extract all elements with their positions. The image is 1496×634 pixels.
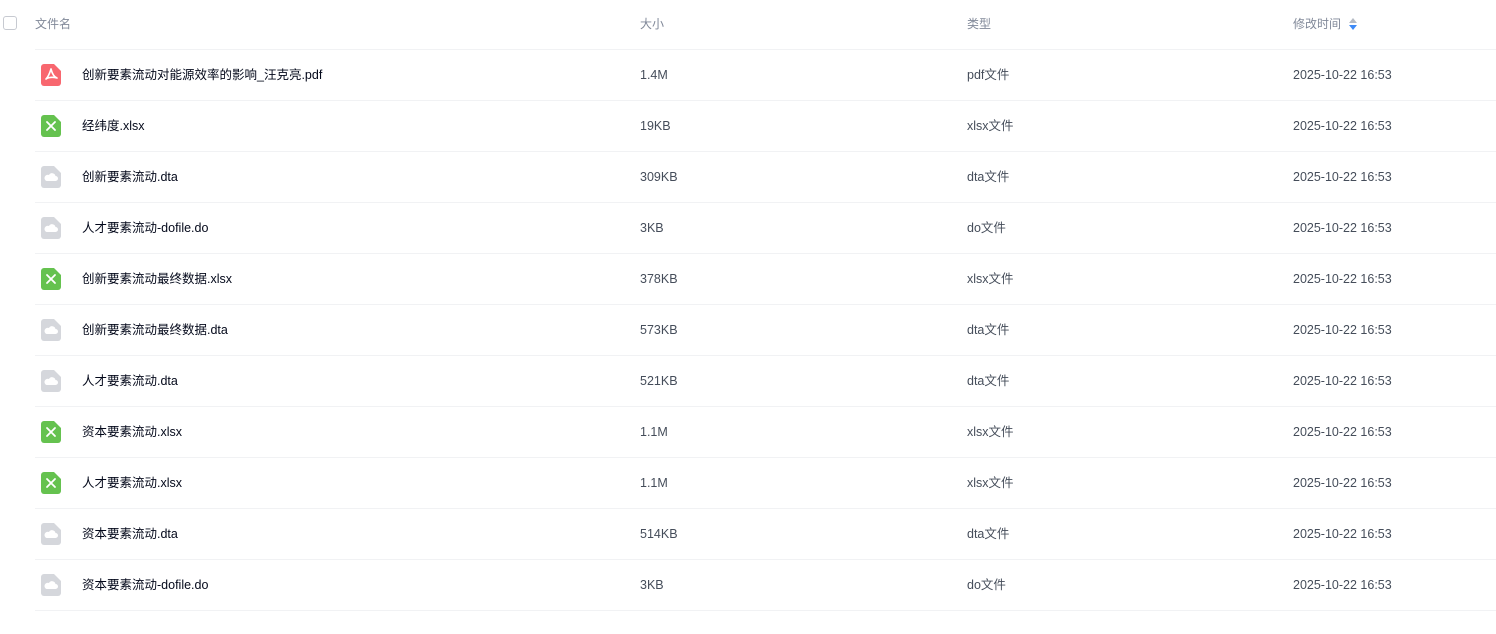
file-name[interactable]: 人才要素流动.dta — [82, 356, 178, 406]
file-name[interactable]: 人才要素流动.xlsx — [82, 458, 182, 508]
file-size: 309KB — [640, 170, 678, 184]
column-header-name[interactable]: 文件名 — [35, 17, 71, 31]
file-type: dta文件 — [967, 170, 1010, 184]
file-size: 378KB — [640, 272, 678, 286]
file-row[interactable]: 经纬度.xlsx 19KB xlsx文件 2025-10-22 16:53 — [35, 101, 1496, 152]
file-type: dta文件 — [967, 527, 1010, 541]
column-header-type[interactable]: 类型 — [967, 17, 991, 31]
file-type: xlsx文件 — [967, 272, 1014, 286]
file-name[interactable]: 资本要素流动.dta — [82, 509, 178, 559]
file-row[interactable]: 人才要素流动.xlsx 1.1M xlsx文件 2025-10-22 16:53 — [35, 458, 1496, 509]
file-size: 1.1M — [640, 425, 668, 439]
file-row[interactable]: 创新要素流动最终数据.dta 573KB dta文件 2025-10-22 16:53 — [35, 305, 1496, 356]
file-table: 文件名 大小 类型 修改时间 创新要素流动对能源效率的影响_汪克亮.pdf 1.4… — [0, 0, 1496, 611]
column-header-size[interactable]: 大小 — [640, 17, 664, 31]
file-type: xlsx文件 — [967, 476, 1014, 490]
file-size: 3KB — [640, 221, 664, 235]
file-modified: 2025-10-22 16:53 — [1293, 374, 1392, 388]
file-name[interactable]: 创新要素流动最终数据.dta — [82, 305, 228, 355]
file-type: do文件 — [967, 221, 1006, 235]
excel-file-icon — [41, 115, 61, 137]
file-modified: 2025-10-22 16:53 — [1293, 170, 1392, 184]
excel-file-icon — [41, 421, 61, 443]
file-size: 3KB — [640, 578, 664, 592]
generic-file-icon — [41, 574, 61, 596]
file-row[interactable]: 人才要素流动.dta 521KB dta文件 2025-10-22 16:53 — [35, 356, 1496, 407]
file-row[interactable]: 资本要素流动.xlsx 1.1M xlsx文件 2025-10-22 16:53 — [35, 407, 1496, 458]
file-type: xlsx文件 — [967, 119, 1014, 133]
file-row[interactable]: 创新要素流动最终数据.xlsx 378KB xlsx文件 2025-10-22 16:… — [35, 254, 1496, 305]
file-list: 创新要素流动对能源效率的影响_汪克亮.pdf 1.4M pdf文件 2025-10-2… — [0, 50, 1496, 611]
sort-icon[interactable] — [1349, 17, 1358, 30]
column-header-modified[interactable]: 修改时间 — [1293, 17, 1358, 31]
file-row[interactable]: 人才要素流动-dofile.do 3KB do文件 2025-10-22 16:53 — [35, 203, 1496, 254]
file-modified: 2025-10-22 16:53 — [1293, 476, 1392, 490]
select-all-checkbox[interactable] — [3, 16, 17, 30]
file-name[interactable]: 经纬度.xlsx — [82, 101, 145, 151]
file-modified: 2025-10-22 16:53 — [1293, 425, 1392, 439]
file-modified: 2025-10-22 16:53 — [1293, 323, 1392, 337]
pdf-file-icon — [41, 64, 61, 86]
file-type: dta文件 — [967, 374, 1010, 388]
file-row[interactable]: 创新要素流动对能源效率的影响_汪克亮.pdf 1.4M pdf文件 2025-10-2… — [35, 50, 1496, 101]
file-type: xlsx文件 — [967, 425, 1014, 439]
generic-file-icon — [41, 370, 61, 392]
generic-file-icon — [41, 217, 61, 239]
file-size: 514KB — [640, 527, 678, 541]
file-modified: 2025-10-22 16:53 — [1293, 578, 1392, 592]
file-size: 1.1M — [640, 476, 668, 490]
file-row[interactable]: 创新要素流动.dta 309KB dta文件 2025-10-22 16:53 — [35, 152, 1496, 203]
file-modified: 2025-10-22 16:53 — [1293, 221, 1392, 235]
file-modified: 2025-10-22 16:53 — [1293, 527, 1392, 541]
file-modified: 2025-10-22 16:53 — [1293, 272, 1392, 286]
file-name[interactable]: 创新要素流动.dta — [82, 152, 178, 202]
file-name[interactable]: 创新要素流动最终数据.xlsx — [82, 254, 232, 304]
file-size: 1.4M — [640, 68, 668, 82]
file-name[interactable]: 资本要素流动.xlsx — [82, 407, 182, 457]
file-size: 573KB — [640, 323, 678, 337]
file-type: dta文件 — [967, 323, 1010, 337]
excel-file-icon — [41, 472, 61, 494]
file-type: pdf文件 — [967, 68, 1010, 82]
file-type: do文件 — [967, 578, 1006, 592]
file-row[interactable]: 资本要素流动-dofile.do 3KB do文件 2025-10-22 16:53 — [35, 560, 1496, 611]
file-name[interactable]: 创新要素流动对能源效率的影响_汪克亮.pdf — [82, 50, 322, 100]
generic-file-icon — [41, 523, 61, 545]
table-header: 文件名 大小 类型 修改时间 — [3, 0, 1496, 50]
file-name[interactable]: 资本要素流动-dofile.do — [82, 560, 208, 610]
file-name[interactable]: 人才要素流动-dofile.do — [82, 203, 208, 253]
file-modified: 2025-10-22 16:53 — [1293, 119, 1392, 133]
file-row[interactable]: 资本要素流动.dta 514KB dta文件 2025-10-22 16:53 — [35, 509, 1496, 560]
column-header-modified-label: 修改时间 — [1293, 17, 1342, 31]
file-size: 19KB — [640, 119, 671, 133]
generic-file-icon — [41, 166, 61, 188]
generic-file-icon — [41, 319, 61, 341]
file-modified: 2025-10-22 16:53 — [1293, 68, 1392, 82]
file-size: 521KB — [640, 374, 678, 388]
excel-file-icon — [41, 268, 61, 290]
